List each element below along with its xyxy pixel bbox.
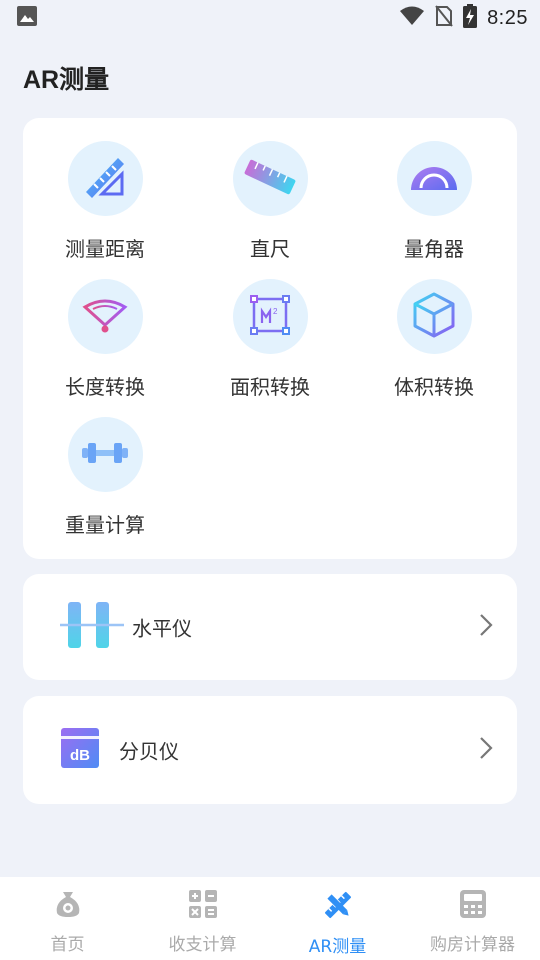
tool-label: 重量计算 [65,513,145,537]
tool-measure-distance[interactable]: 测量距离 [25,141,185,262]
tool-label: 长度转换 [65,375,145,399]
tool-area-conversion[interactable]: 2 面积转换 [190,279,350,400]
svg-text:2: 2 [273,307,278,316]
tool-label: 量角器 [404,237,464,261]
ruler-triangle-icon [82,154,128,204]
tool-label: 测量距离 [65,237,145,261]
wifi-icon [399,6,425,30]
nav-home[interactable]: 首页 [0,877,135,960]
nav-label: 首页 [50,935,85,955]
decibel-icon-text: dB [70,747,90,764]
status-time: 8:25 [487,6,528,29]
battery-charging-icon [463,4,478,32]
nav-ar-measure[interactable]: AR测量 [270,877,405,960]
tool-icon-circle [67,417,143,492]
tool-icon-circle [232,141,308,216]
fan-icon [81,295,129,339]
money-bag-icon [53,889,83,923]
row-label: 分贝仪 [119,739,179,764]
tool-icon-circle [67,279,143,354]
decibel-row[interactable]: dB 分贝仪 [23,696,517,804]
image-icon [16,5,38,31]
tool-weight-calculation[interactable]: 重量计算 [25,417,185,538]
tools-card: 测量距离 直尺 量角器 长度转换 2 面积转换 体积转换 重量计算 [23,118,517,559]
nav-income-expense[interactable]: 收支计算 [135,877,270,960]
tool-ruler[interactable]: 直尺 [190,141,350,262]
tool-protractor[interactable]: 量角器 [354,141,514,262]
dumbbell-icon [80,440,130,470]
ruler-icon [243,157,297,201]
chevron-right-icon [479,736,493,764]
cube-icon [411,291,457,343]
tool-icon-circle [396,279,472,354]
nav-house-calculator[interactable]: 购房计算器 [405,877,540,960]
nav-label: AR测量 [308,937,367,957]
bottom-nav: 首页 收支计算 AR测量 购房计算器 [0,877,540,960]
nav-label: 购房计算器 [430,935,515,955]
level-row[interactable]: 水平仪 [23,574,517,680]
row-label: 水平仪 [132,616,192,641]
calculator-icon [459,889,487,923]
tool-length-conversion[interactable]: 长度转换 [25,279,185,400]
ruler-pencil-icon [322,889,354,925]
area-square-icon: 2 [248,293,292,341]
chevron-right-icon [479,613,493,641]
no-sim-icon [435,5,453,31]
nav-label: 收支计算 [168,935,237,955]
page-title: AR测量 [23,66,110,94]
status-bar: 8:25 [0,0,540,36]
tool-volume-conversion[interactable]: 体积转换 [354,279,514,400]
tool-icon-circle: 2 [232,279,308,354]
protractor-icon [409,160,459,198]
tool-label: 直尺 [250,237,290,261]
tool-icon-circle [67,141,143,216]
calculator-grid-icon [188,889,218,923]
tool-label: 体积转换 [394,375,474,399]
tool-label: 面积转换 [230,375,310,399]
decibel-icon: dB [60,727,100,773]
tool-icon-circle [396,141,472,216]
level-icon [59,600,125,654]
